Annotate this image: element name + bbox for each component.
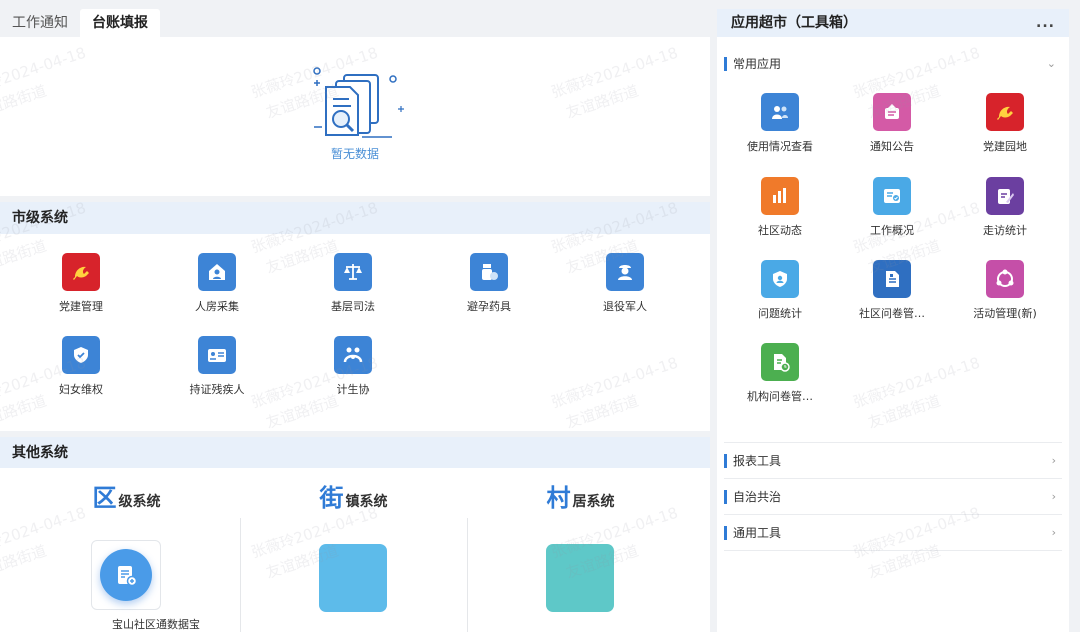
street-system-title: 街镇系统: [319, 483, 388, 512]
shield-check-icon: [62, 336, 100, 374]
app-label: 党建管理: [59, 300, 103, 313]
app-label: 社区问卷管…: [859, 307, 925, 320]
app-grassroots-justice[interactable]: 基层司法: [293, 253, 413, 314]
other-systems-panel: 区级系统 宝山社区通数据宝 街镇系统 村居系统: [0, 468, 710, 632]
chevron-right-icon[interactable]: ›: [1052, 515, 1056, 551]
autonomy-header[interactable]: 自治共治 ›: [724, 479, 1062, 515]
group-title: 报表工具: [733, 454, 782, 468]
app-community-news[interactable]: 社区动态: [720, 177, 840, 238]
app-label: 活动管理(新): [973, 307, 1037, 320]
district-app-label: 宝山社区通数据宝: [112, 618, 200, 631]
app-label: 通知公告: [870, 140, 914, 153]
app-label: 计生协: [336, 383, 370, 396]
group-title: 通用工具: [733, 526, 782, 540]
app-work-overview[interactable]: 工作概况: [832, 177, 952, 238]
app-label: 持证残疾人: [189, 383, 245, 396]
chevron-right-icon[interactable]: ›: [1052, 443, 1056, 479]
empty-docs-icon: [313, 67, 404, 138]
app-womens-rights[interactable]: 妇女维权: [21, 336, 141, 397]
people-circle-icon: [986, 260, 1024, 298]
left-column: 工作通知 台账填报 暂无数据 市级系统 党建管理 人房采集 基层司法 避孕药具 …: [0, 0, 710, 632]
app-community-survey[interactable]: 社区问卷管…: [832, 260, 952, 321]
app-label: 问题统计: [758, 307, 802, 320]
toolbox-panel: 应用超市（工具箱） ... 常用应用 ⌄ 使用情况查看 通知公告 党建园地 社区…: [717, 9, 1069, 632]
app-label: 使用情况查看: [747, 140, 813, 153]
report-tools-header[interactable]: 报表工具 ›: [724, 443, 1062, 479]
village-system-tile[interactable]: [546, 544, 614, 612]
app-label: 工作概况: [870, 224, 914, 237]
toolbox-title: 应用超市（工具箱）: [731, 15, 857, 31]
more-button[interactable]: ...: [1036, 9, 1055, 37]
app-label: 妇女维权: [59, 383, 103, 396]
doc-icon: [873, 260, 911, 298]
bar-chart-icon: [761, 177, 799, 215]
shield-user-icon: [761, 260, 799, 298]
app-label: 基层司法: [331, 300, 375, 313]
app-label: 退役军人: [603, 300, 647, 313]
app-org-survey[interactable]: 机构问卷管…: [720, 343, 840, 404]
app-label: 党建园地: [983, 140, 1027, 153]
tab-ledger-fill[interactable]: 台账填报: [80, 9, 160, 37]
village-system-column: 村居系统: [467, 468, 694, 632]
app-contraceptives[interactable]: 避孕药具: [429, 253, 549, 314]
family-icon: [334, 336, 372, 374]
data-treasure-icon: [100, 549, 152, 601]
district-app-tile[interactable]: [91, 540, 161, 610]
app-label: 人房采集: [195, 300, 239, 313]
edit-doc-icon: [986, 177, 1024, 215]
village-system-title: 村居系统: [546, 483, 615, 512]
app-label: 社区动态: [758, 224, 802, 237]
autonomy-group: 自治共治 ›: [724, 479, 1062, 515]
chevron-right-icon[interactable]: ›: [1052, 479, 1056, 515]
toolbox-header: 应用超市（工具箱） ...: [717, 9, 1069, 37]
app-usage-view[interactable]: 使用情况查看: [720, 93, 840, 154]
app-family-planning-assoc[interactable]: 计生协: [293, 336, 413, 397]
street-system-tile[interactable]: [319, 544, 387, 612]
house-person-icon: [198, 253, 236, 291]
app-label: 机构问卷管…: [747, 390, 813, 403]
report-tools-group: 报表工具 ›: [724, 442, 1062, 479]
app-label: 走访统计: [983, 224, 1027, 237]
tab-work-notice[interactable]: 工作通知: [0, 9, 80, 37]
checklist-icon: [873, 177, 911, 215]
app-label: 避孕药具: [467, 300, 511, 313]
street-system-column: 街镇系统: [240, 468, 467, 632]
other-systems-header: 其他系统: [0, 437, 710, 469]
common-apps-group: 常用应用 ⌄: [724, 46, 1062, 82]
group-title: 常用应用: [733, 57, 782, 71]
app-notice[interactable]: 通知公告: [832, 93, 952, 154]
party-flag-icon: [62, 253, 100, 291]
users-icon: [761, 93, 799, 131]
notice-icon: [873, 93, 911, 131]
app-party-garden[interactable]: 党建园地: [945, 93, 1065, 154]
district-system-column: 区级系统: [13, 468, 240, 632]
app-certified-disabled[interactable]: 持证残疾人: [157, 336, 277, 397]
soldier-icon: [606, 253, 644, 291]
app-visit-stats[interactable]: 走访统计: [945, 177, 1065, 238]
party-flag-icon: [986, 93, 1024, 131]
app-party-management[interactable]: 党建管理: [21, 253, 141, 314]
empty-state-panel: 暂无数据: [0, 37, 710, 196]
empty-state-text: 暂无数据: [330, 147, 379, 161]
general-tools-header[interactable]: 通用工具 ›: [724, 515, 1062, 551]
sheet-clock-icon: [761, 343, 799, 381]
app-veterans[interactable]: 退役军人: [565, 253, 685, 314]
app-house-collection[interactable]: 人房采集: [157, 253, 277, 314]
id-card-icon: [198, 336, 236, 374]
tab-bar: 工作通知 台账填报: [0, 9, 160, 37]
city-systems-header: 市级系统: [0, 202, 710, 234]
common-apps-header[interactable]: 常用应用 ⌄: [724, 46, 1062, 82]
app-issue-stats[interactable]: 问题统计: [720, 260, 840, 321]
app-activity-management[interactable]: 活动管理(新): [945, 260, 1065, 321]
city-systems-panel: 党建管理 人房采集 基层司法 避孕药具 退役军人 妇女维权 持证残疾人 计生协: [0, 234, 710, 431]
general-tools-group: 通用工具 ›: [724, 515, 1062, 551]
scales-icon: [334, 253, 372, 291]
chevron-down-icon[interactable]: ⌄: [1047, 46, 1056, 82]
group-title: 自治共治: [733, 490, 782, 504]
district-system-title: 区级系统: [92, 483, 161, 512]
medicine-icon: [470, 253, 508, 291]
